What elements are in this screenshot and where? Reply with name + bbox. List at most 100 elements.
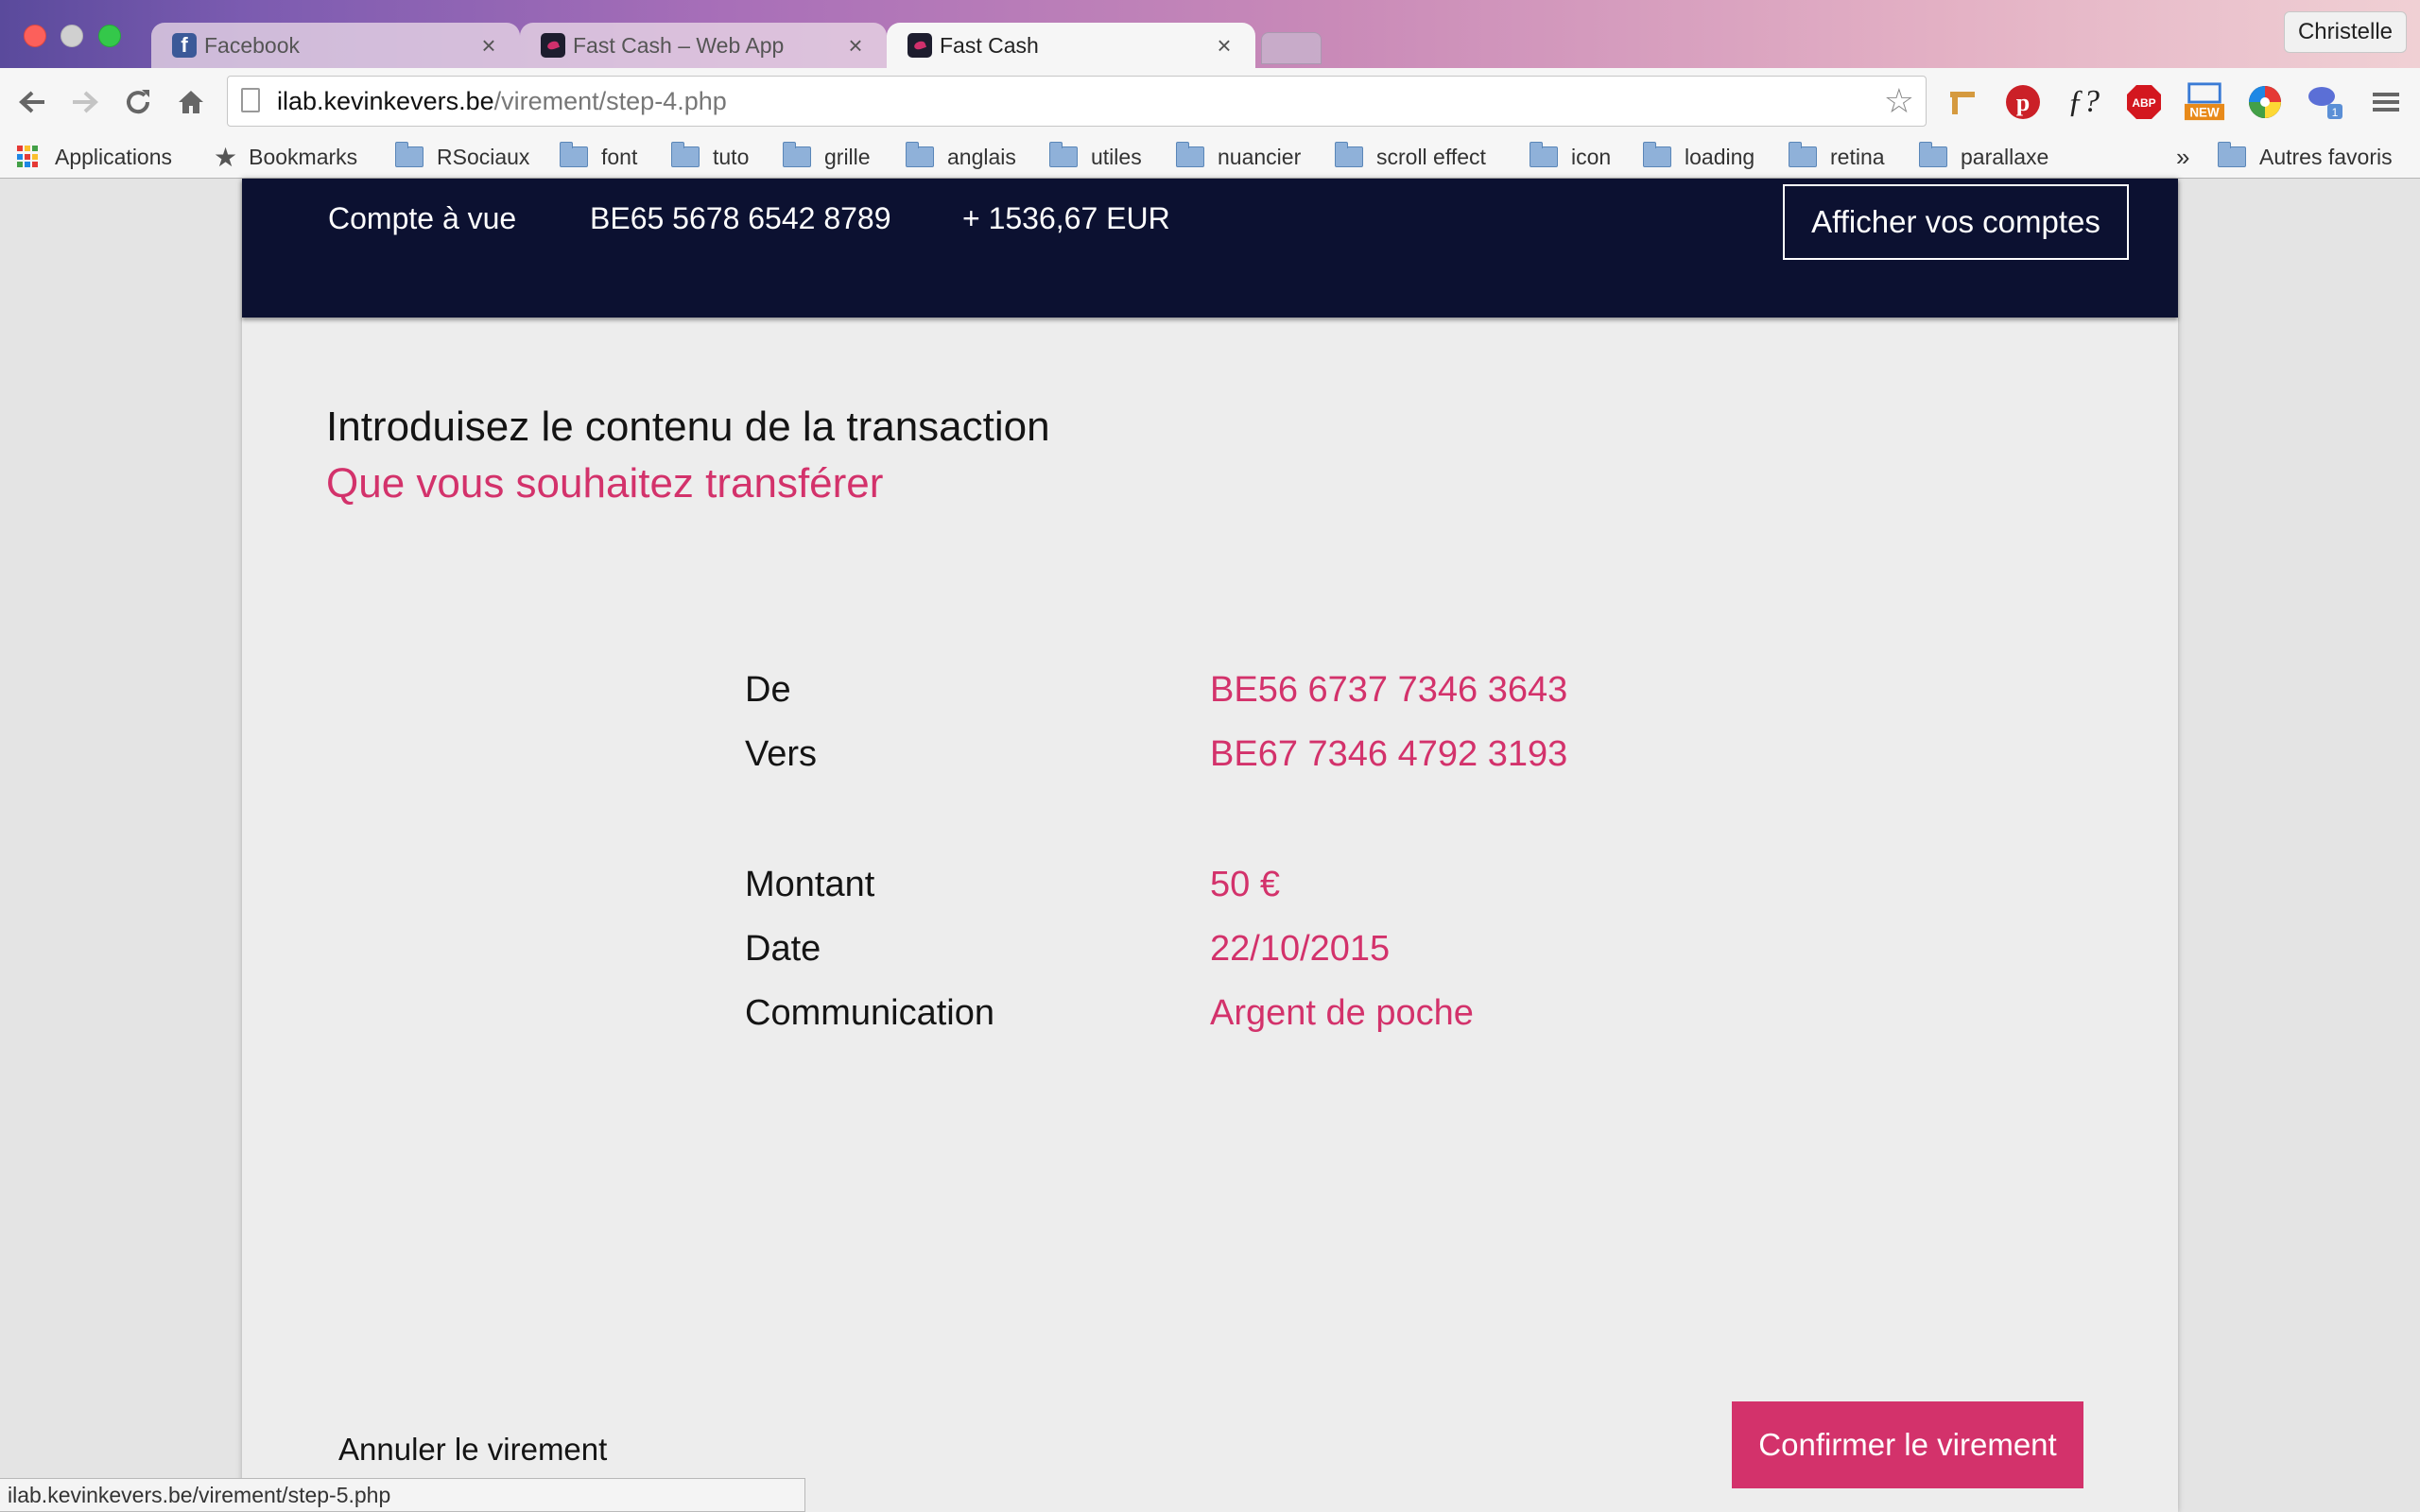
tab-fast-cash-web-app[interactable]: Fast Cash – Web App ×: [520, 23, 887, 68]
reload-icon: [127, 90, 150, 114]
profile-button[interactable]: Christelle: [2283, 11, 2407, 53]
tab-fast-cash[interactable]: Fast Cash ×: [887, 23, 1255, 68]
page-subtitle: Que vous souhaitez transférer: [326, 460, 884, 507]
from-label: De: [745, 670, 791, 710]
cancel-transfer-link[interactable]: Annuler le virement: [338, 1432, 607, 1468]
page-title: Introduisez le contenu de la transaction: [326, 404, 1050, 450]
ruler-icon[interactable]: [1942, 81, 1983, 123]
account-type: Compte à vue: [328, 201, 517, 235]
bookmark-star-icon[interactable]: ☆: [1884, 82, 1914, 120]
folder-icon: [1919, 142, 1947, 167]
new-tab-icon[interactable]: NEW: [2184, 81, 2225, 123]
amount-label: Montant: [745, 865, 875, 904]
svg-text:ABP: ABP: [2132, 96, 2155, 110]
folder-icon: [671, 142, 700, 167]
chat-extension-icon[interactable]: 1: [2305, 81, 2346, 123]
window-titlebar: f Facebook × Fast Cash – Web App × Fast …: [0, 0, 2420, 68]
bookmark-folder-nuancier[interactable]: nuancier: [1176, 136, 1301, 178]
bookmark-bookmarks[interactable]: ★ Bookmarks: [214, 136, 357, 178]
new-badge-label: NEW: [2189, 105, 2220, 119]
bookmark-folder-tuto[interactable]: tuto: [671, 136, 749, 178]
folder-icon: [2218, 142, 2246, 167]
bookmark-folder-utiles[interactable]: utiles: [1049, 136, 1142, 178]
adblock-plus-icon[interactable]: ABP: [2123, 81, 2165, 123]
show-accounts-button[interactable]: Afficher vos comptes: [1783, 184, 2129, 260]
folder-icon: [560, 142, 588, 167]
bookmark-folder-other[interactable]: Autres favoris: [2218, 136, 2393, 178]
folder-icon: [395, 142, 424, 167]
bookmark-label: grille: [824, 144, 871, 169]
whatfont-icon[interactable]: ƒ?: [2063, 81, 2104, 123]
fast-cash-favicon-icon: [908, 33, 932, 58]
minimize-window-button[interactable]: [60, 25, 83, 47]
forward-button[interactable]: [64, 81, 106, 123]
account-bar: Compte à vue BE65 5678 6542 8789 + 1536,…: [242, 179, 2178, 318]
folder-icon: [783, 142, 811, 167]
apps-grid-icon: [17, 146, 40, 168]
communication-value: Argent de poche: [1210, 993, 1474, 1033]
confirm-transfer-button[interactable]: Confirmer le virement: [1732, 1401, 2083, 1488]
bookmark-label: RSociaux: [437, 144, 530, 169]
bookmark-applications[interactable]: Applications: [17, 136, 172, 178]
bookmark-label: loading: [1685, 144, 1755, 169]
pinterest-icon[interactable]: p: [2002, 81, 2044, 123]
back-arrow-icon: [19, 91, 44, 113]
amount-value: 50 €: [1210, 865, 1280, 904]
url-host: ilab.kevinkevers.be: [277, 87, 494, 115]
reload-button[interactable]: [117, 81, 159, 123]
home-icon: [179, 91, 203, 113]
close-window-button[interactable]: [24, 25, 46, 47]
bookmark-folder-retina[interactable]: retina: [1789, 136, 1885, 178]
bookmark-label: retina: [1830, 144, 1885, 169]
bookmark-folder-grille[interactable]: grille: [783, 136, 871, 178]
bookmark-folder-anglais[interactable]: anglais: [906, 136, 1016, 178]
communication-label: Communication: [745, 993, 994, 1033]
bookmark-label: Applications: [55, 144, 173, 169]
bookmark-folder-scroll-effect[interactable]: scroll effect: [1335, 136, 1486, 178]
folder-icon: [1530, 142, 1558, 167]
tab-close-icon[interactable]: ×: [843, 31, 868, 60]
bookmark-label: Autres favoris: [2259, 144, 2393, 169]
folder-icon: [1176, 142, 1204, 167]
bookmark-folder-icon[interactable]: icon: [1530, 136, 1611, 178]
url-path: /virement/step-4.php: [493, 87, 727, 115]
svg-text:p: p: [2016, 89, 2030, 116]
folder-icon: [1643, 142, 1671, 167]
bookmark-label: font: [601, 144, 638, 169]
address-bar[interactable]: ilab.kevinkevers.be/virement/step-4.php …: [227, 76, 1927, 127]
bookmark-label: nuancier: [1218, 144, 1302, 169]
bookmark-folder-parallaxe[interactable]: parallaxe: [1919, 136, 2048, 178]
bookmark-folder-rsociaux[interactable]: RSociaux: [395, 136, 529, 178]
forward-arrow-icon: [73, 91, 98, 113]
tab-label: Fast Cash: [940, 32, 1039, 58]
new-tab-button[interactable]: [1261, 32, 1322, 64]
browser-toolbar: ilab.kevinkevers.be/virement/step-4.php …: [0, 68, 2420, 136]
address-url[interactable]: ilab.kevinkevers.be/virement/step-4.php: [277, 77, 727, 126]
bookmarks-overflow-button[interactable]: »: [2176, 136, 2189, 178]
home-button[interactable]: [170, 81, 212, 123]
chrome-menu-icon[interactable]: [2365, 81, 2407, 123]
to-value: BE67 7346 4792 3193: [1210, 734, 1568, 774]
page-icon: [241, 88, 260, 112]
bookmark-label: utiles: [1091, 144, 1142, 169]
date-value: 22/10/2015: [1210, 929, 1391, 969]
bookmark-label: Bookmarks: [249, 144, 358, 169]
fast-cash-favicon-icon: [541, 33, 565, 58]
tab-label: Facebook: [204, 32, 301, 58]
tab-label: Fast Cash – Web App: [573, 32, 785, 58]
bookmarks-bar: Applications ★ Bookmarks RSociaux font t…: [0, 136, 2420, 179]
bookmark-folder-loading[interactable]: loading: [1643, 136, 1754, 178]
bookmark-label: icon: [1571, 144, 1612, 169]
tab-close-icon[interactable]: ×: [476, 31, 501, 60]
from-value: BE56 6737 7346 3643: [1210, 670, 1568, 710]
status-bar-url: ilab.kevinkevers.be/virement/step-5.php: [0, 1478, 805, 1512]
back-button[interactable]: [11, 81, 53, 123]
tab-facebook[interactable]: f Facebook ×: [151, 23, 520, 68]
folder-icon: [1789, 142, 1817, 167]
color-wheel-icon[interactable]: [2244, 81, 2286, 123]
zoom-window-button[interactable]: [98, 25, 121, 47]
bookmark-label: anglais: [947, 144, 1016, 169]
tab-close-icon[interactable]: ×: [1212, 31, 1236, 60]
bookmark-label: scroll effect: [1376, 144, 1486, 169]
bookmark-folder-font[interactable]: font: [560, 136, 637, 178]
